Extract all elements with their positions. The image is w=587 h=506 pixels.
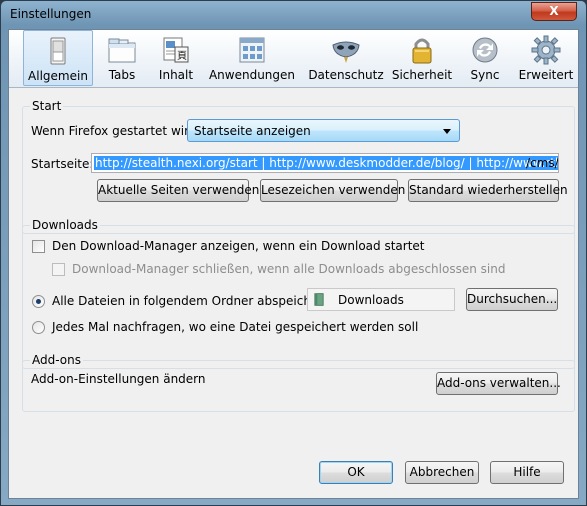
- browse-button[interactable]: Durchsuchen...: [466, 288, 558, 311]
- tab-label: Allgemein: [28, 69, 88, 83]
- title-bar[interactable]: Einstellungen X: [1, 1, 586, 27]
- applications-icon: [239, 37, 265, 63]
- show-download-manager-label: Den Download-Manager anzeigen, wenn ein …: [52, 239, 425, 253]
- mask-icon: [332, 41, 360, 63]
- tab-label: Datenschutz: [308, 68, 384, 82]
- tab-inhalt[interactable]: 頁 Inhalt: [150, 30, 202, 86]
- download-folder-field[interactable]: Downloads: [307, 288, 455, 311]
- homepage-rest-text: /cms/: [526, 156, 559, 170]
- chevron-down-icon: [443, 129, 451, 134]
- ask-each-time-radio[interactable]: [32, 321, 45, 334]
- homepage-selected-text: http://stealth.nexi.org/start | http://w…: [94, 156, 558, 170]
- use-bookmark-button[interactable]: Lesezeichen verwenden: [260, 179, 405, 202]
- padlock-icon: [412, 38, 432, 64]
- save-to-folder-radio[interactable]: [32, 295, 45, 308]
- window-title: Einstellungen: [10, 7, 92, 21]
- use-current-pages-button[interactable]: Aktuelle Seiten verwenden: [97, 179, 259, 202]
- save-to-folder-label: Alle Dateien in folgendem Ordner abspeic…: [52, 294, 335, 308]
- tab-label: Inhalt: [158, 68, 194, 82]
- tabs-window-icon: [108, 38, 136, 63]
- tab-label: Erweitert: [518, 68, 574, 82]
- switch-icon: [50, 37, 66, 65]
- homepage-label: Startseite:: [31, 157, 94, 171]
- startup-select[interactable]: Startseite anzeigen: [187, 119, 460, 142]
- tab-datenschutz[interactable]: Datenschutz: [307, 30, 385, 86]
- svg-text:頁: 頁: [177, 50, 187, 62]
- help-button[interactable]: Hilfe: [490, 461, 564, 484]
- tab-label: Anwendungen: [208, 68, 296, 82]
- close-download-manager-checkbox[interactable]: [52, 263, 65, 276]
- dialog-client-area: Allgemein Tabs 頁 Inhalt Anwendungen Date…: [8, 29, 579, 499]
- tab-label: Sync: [470, 68, 500, 82]
- addons-description: Add-on-Einstellungen ändern: [31, 372, 206, 386]
- manage-addons-button[interactable]: Add-ons verwalten...: [436, 372, 561, 395]
- tab-anwendungen[interactable]: Anwendungen: [207, 30, 297, 86]
- startup-select-value: Startseite anzeigen: [194, 124, 311, 138]
- show-download-manager-checkbox[interactable]: [32, 240, 45, 253]
- ask-each-time-label: Jedes Mal nachfragen, wo eine Datei gesp…: [52, 320, 419, 334]
- cancel-button[interactable]: Abbrechen: [405, 461, 479, 484]
- close-download-manager-label: Download-Manager schließen, wenn alle Do…: [72, 262, 506, 276]
- gear-icon: [531, 35, 561, 65]
- tab-label: Tabs: [108, 68, 136, 82]
- tab-tabs[interactable]: Tabs: [97, 30, 147, 86]
- sync-icon: [472, 37, 498, 63]
- download-folder-name: Downloads: [338, 293, 404, 307]
- downloads-group-title: Downloads: [30, 218, 100, 232]
- tab-sicherheit[interactable]: Sicherheit: [389, 30, 455, 86]
- addons-group-title: Add-ons: [30, 353, 83, 367]
- folder-icon: [314, 293, 324, 306]
- tab-label: Sicherheit: [391, 68, 453, 82]
- restore-default-button[interactable]: Standard wiederherstellen: [408, 179, 568, 202]
- startup-label: Wenn Firefox gestartet wird:: [31, 124, 201, 138]
- settings-window: Einstellungen X Allgemein Tabs 頁 Inhalt …: [0, 0, 587, 506]
- homepage-input[interactable]: http://stealth.nexi.org/start | http://w…: [91, 153, 559, 173]
- preferences-toolbar: Allgemein Tabs 頁 Inhalt Anwendungen Date…: [9, 30, 578, 88]
- close-button[interactable]: X: [531, 2, 577, 21]
- tab-sync[interactable]: Sync: [462, 30, 508, 86]
- tab-erweitert[interactable]: Erweitert: [516, 30, 576, 86]
- ok-button[interactable]: OK: [319, 461, 393, 484]
- tab-allgemein[interactable]: Allgemein: [23, 30, 93, 86]
- start-group-title: Start: [30, 99, 64, 113]
- content-page-icon: 頁: [163, 37, 189, 63]
